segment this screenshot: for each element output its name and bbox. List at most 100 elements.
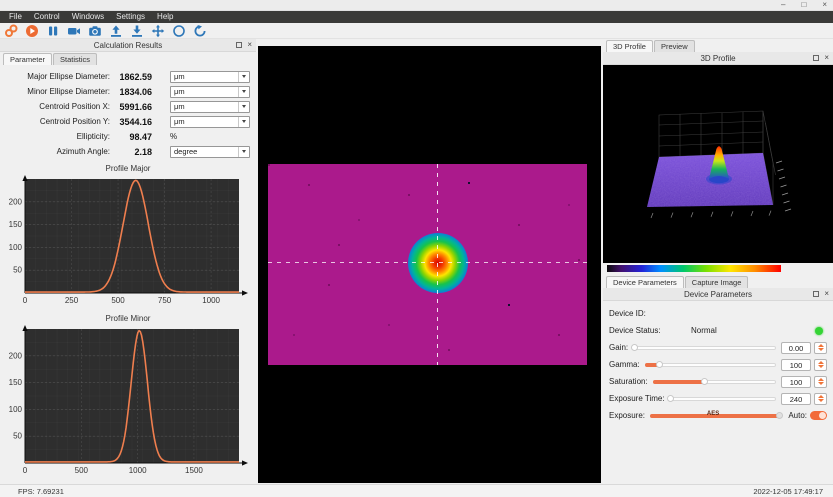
camera-view-canvas[interactable] (258, 46, 601, 483)
menu-settings[interactable]: Settings (110, 11, 151, 23)
unit-dropdown[interactable]: degree (170, 146, 250, 158)
calculation-results-header: Calculation Results × (0, 39, 256, 52)
float-panel-icon[interactable] (813, 55, 819, 61)
fps-indicator: FPS: 7.69231 (18, 487, 64, 496)
exposure-slider[interactable]: AES (650, 412, 779, 420)
beam-image[interactable] (268, 164, 587, 365)
azimuth-value: 2.18 (110, 147, 152, 157)
close-icon[interactable]: × (822, 1, 827, 9)
profile-3d-header: 3D Profile × (603, 52, 833, 65)
slider-handle (701, 378, 708, 385)
spin-down-icon (818, 365, 824, 368)
profile-major-chart: 0250500750100050100150200 (3, 174, 251, 306)
svg-text:750: 750 (158, 296, 172, 305)
exposure-time-value[interactable]: 240 (781, 393, 811, 405)
statusbar: FPS: 7.69231 2022-12-05 17:49:17 (0, 484, 833, 497)
slider-handle (631, 344, 638, 351)
tab-capture-image[interactable]: Capture Image (685, 276, 749, 288)
close-panel-icon[interactable]: × (824, 54, 829, 62)
unit-dropdown[interactable]: μm (170, 116, 250, 128)
spin-down-icon (818, 399, 824, 402)
intensity-colorbar (607, 265, 781, 272)
exposure-time-row: Exposure Time: 240 (609, 390, 827, 407)
menu-control[interactable]: Control (28, 11, 66, 23)
unit-dropdown[interactable]: μm (170, 101, 250, 113)
unit-dropdown[interactable]: μm (170, 71, 250, 83)
close-panel-icon[interactable]: × (247, 41, 252, 49)
svg-text:150: 150 (9, 378, 23, 387)
profile-3d-plot[interactable] (603, 65, 833, 263)
percent-unit: % (170, 132, 177, 141)
close-panel-icon[interactable]: × (824, 290, 829, 298)
saturation-row: Saturation: 100 (609, 373, 827, 390)
play-icon[interactable] (25, 24, 39, 37)
svg-text:1000: 1000 (202, 296, 220, 305)
gamma-spinner[interactable] (814, 359, 827, 371)
gamma-slider[interactable] (645, 361, 776, 369)
spin-down-icon (818, 348, 824, 351)
centroid-x-value: 5991.66 (110, 102, 152, 112)
calculation-results-panel: Calculation Results × Parameter Statisti… (0, 39, 256, 484)
tab-preview[interactable]: Preview (654, 40, 695, 52)
photo-camera-icon[interactable] (88, 24, 102, 37)
profile-major-title: Profile Major (0, 164, 256, 173)
float-panel-icon[interactable] (236, 42, 242, 48)
svg-text:100: 100 (9, 405, 23, 414)
beam-spot (408, 233, 468, 293)
float-panel-icon[interactable] (813, 291, 819, 297)
slider-handle (656, 361, 663, 368)
video-camera-icon[interactable] (67, 24, 81, 37)
download-icon[interactable] (130, 24, 144, 37)
svg-text:100: 100 (9, 243, 23, 252)
right-panel: 3D Profile Preview 3D Profile × (603, 39, 833, 484)
menu-windows[interactable]: Windows (66, 11, 110, 23)
upload-icon[interactable] (109, 24, 123, 37)
svg-text:500: 500 (111, 296, 125, 305)
gain-spinner[interactable] (814, 342, 827, 354)
circle-select-icon[interactable] (172, 24, 186, 37)
link-icon[interactable] (4, 24, 18, 37)
rotate-icon[interactable] (193, 24, 207, 37)
auto-label: Auto: (788, 411, 807, 420)
crosshair-horizontal (268, 262, 587, 263)
gamma-row: Gamma: 100 (609, 356, 827, 373)
tab-statistics[interactable]: Statistics (53, 53, 97, 65)
exposure-time-spinner[interactable] (814, 393, 827, 405)
status-indicator (815, 327, 823, 335)
aes-label: AES (707, 411, 719, 417)
param-row: Major Ellipse Diameter: 1862.59 μm (2, 69, 250, 84)
svg-text:0: 0 (23, 296, 28, 305)
maximize-icon[interactable]: □ (801, 1, 806, 9)
timestamp: 2022-12-05 17:49:17 (753, 487, 823, 496)
saturation-value[interactable]: 100 (781, 376, 811, 388)
titlebar: – □ × (0, 0, 833, 11)
spin-up-icon (818, 378, 824, 381)
chevron-down-icon (242, 90, 246, 93)
gain-row: Gain: 0.00 (609, 339, 827, 356)
saturation-slider[interactable] (653, 378, 776, 386)
chevron-down-icon (242, 105, 246, 108)
svg-text:0: 0 (23, 466, 28, 475)
exposure-time-slider[interactable] (670, 395, 776, 403)
gain-value[interactable]: 0.00 (781, 342, 811, 354)
chevron-down-icon (242, 75, 246, 78)
unit-dropdown[interactable]: μm (170, 86, 250, 98)
saturation-spinner[interactable] (814, 376, 827, 388)
sensor-noise (268, 164, 270, 166)
menu-help[interactable]: Help (151, 11, 179, 23)
tab-device-parameters[interactable]: Device Parameters (606, 276, 684, 288)
menu-file[interactable]: File (3, 11, 28, 23)
gain-slider[interactable] (633, 344, 776, 352)
tab-parameter[interactable]: Parameter (3, 53, 52, 65)
gamma-value[interactable]: 100 (781, 359, 811, 371)
pause-icon[interactable] (46, 24, 60, 37)
param-row: Ellipticity: 98.47 % (2, 129, 250, 144)
profile-tabs: 3D Profile Preview (603, 39, 833, 52)
auto-exposure-toggle[interactable] (810, 411, 827, 420)
move-icon[interactable] (151, 24, 165, 37)
tab-3d-profile[interactable]: 3D Profile (606, 40, 653, 52)
minimize-icon[interactable]: – (781, 1, 785, 9)
svg-text:50: 50 (13, 432, 22, 441)
main-area: Calculation Results × Parameter Statisti… (0, 39, 833, 484)
device-status-row: Device Status: Normal (609, 322, 827, 339)
